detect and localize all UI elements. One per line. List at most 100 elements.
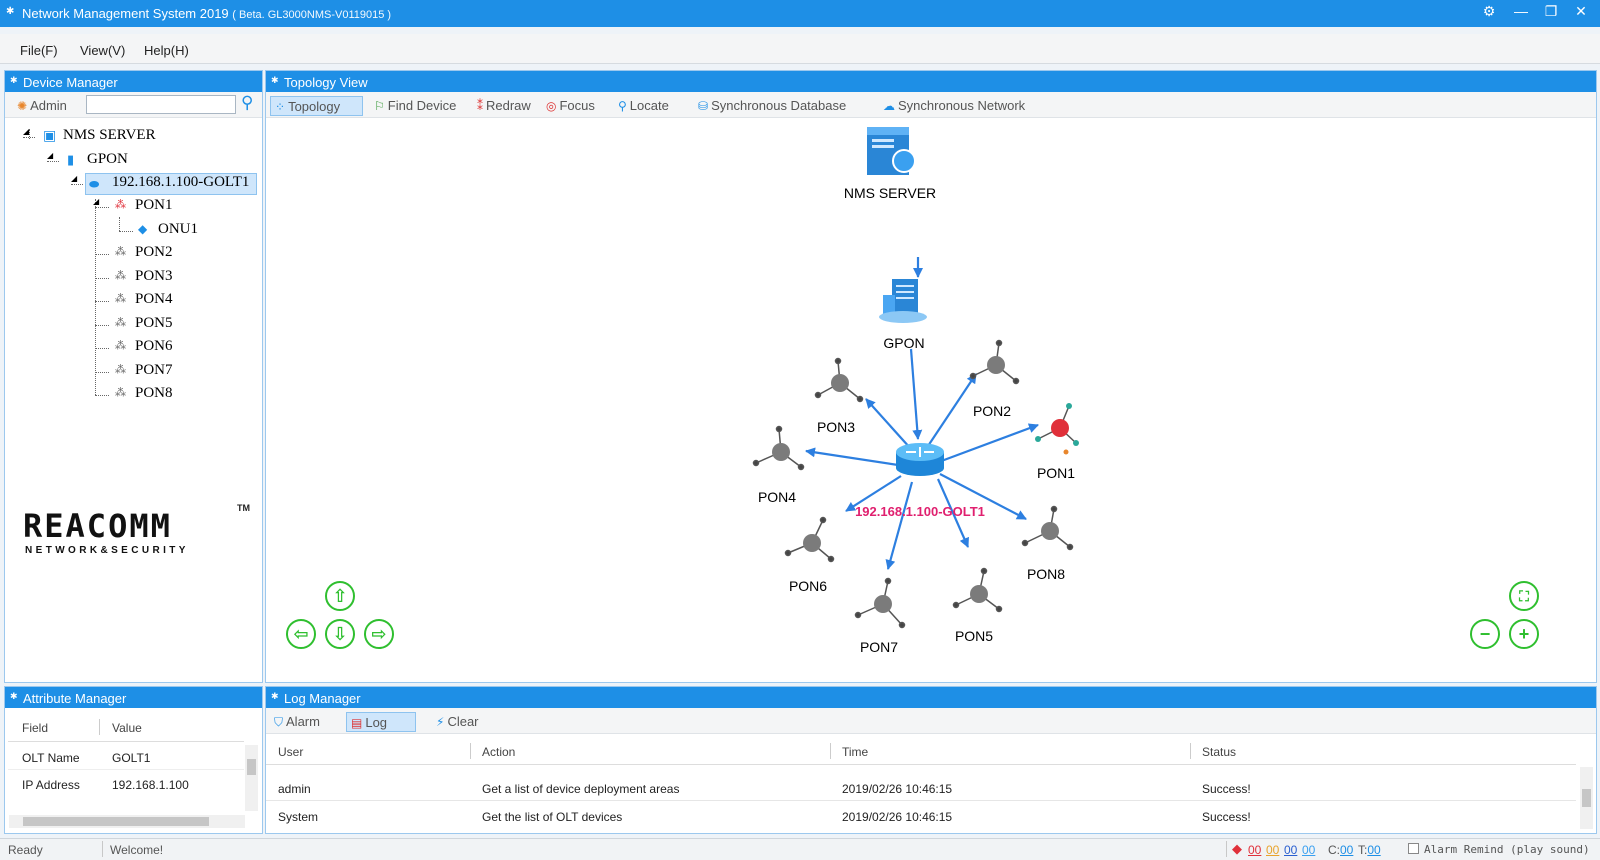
pon4-node[interactable] [752,425,805,471]
alarm-count-major[interactable]: 00 [1266,843,1279,857]
device-manager-toolbar: ✺ Admin ⚲ [5,92,262,118]
attribute-hscrollbar[interactable] [9,815,245,828]
topology-toolbar: ⁘ Topology ⚐ Find Device ⁑ Redraw ◎ Focus ⚲ L… [266,92,1596,118]
label-pon8: PON8 [1027,566,1065,582]
reacomm-logo: REACOMM TM NETWORK&SECURITY [23,503,250,556]
zoom-out-button[interactable]: − [1470,619,1500,649]
settings-icon[interactable]: ⚙ [1474,0,1504,22]
pon-idle-icon: ⁂ [115,293,126,305]
table-row[interactable]: System Get the list of OLT devices 2019/… [266,801,1576,829]
tree-node-olt[interactable]: 192.168.1.100-GOLT1 [85,173,257,195]
user-icon: ✺ [17,99,28,113]
tree-node-pon4[interactable]: PON4 [135,291,173,308]
sync-network-button[interactable]: ☁ Synchronous Network [879,96,1029,116]
topology-button[interactable]: ⁘ Topology [270,96,363,116]
attribute-vscrollbar[interactable] [245,745,258,811]
tree-node-pon8[interactable]: PON8 [135,385,173,402]
tree-node-pon1[interactable]: PON1 [135,197,173,214]
alarm-tab[interactable]: ⛉ Alarm [270,712,324,732]
fit-view-button[interactable]: ⛶ [1509,581,1539,611]
pon3-node[interactable] [814,357,864,403]
log-table-header: User Action Time Status [266,735,1576,765]
alarm-count-warning[interactable]: 00 [1302,843,1315,857]
pon8-node[interactable] [1021,505,1074,551]
tree-node-pon7[interactable]: PON7 [135,362,173,379]
pon-idle-icon: ⁂ [115,270,126,282]
olt-node[interactable] [896,443,944,476]
log-table: User Action Time Status admin Get a list… [266,735,1596,833]
focus-button[interactable]: ◎ Focus [542,96,599,116]
tree-node-pon3[interactable]: PON3 [135,268,173,285]
log-tab[interactable]: ▤ Log [346,712,416,732]
locate-button[interactable]: ⚲ Locate [614,96,673,116]
pan-left-button[interactable]: ⇦ [286,619,316,649]
topology-canvas[interactable]: NMS SERVER GPON 192.168.1.100-GOLT1 PON1… [266,119,1596,682]
tree-node-nms-server[interactable]: NMS SERVER [63,127,156,144]
alarm-count-critical[interactable]: 00 [1248,843,1261,857]
zoom-in-button[interactable]: + [1509,619,1539,649]
cloud-sync-icon: ☁ [883,99,895,113]
column-value: Value [112,721,142,735]
gpon-node[interactable] [879,279,927,323]
menu-view[interactable]: View(V) [80,43,125,58]
tree-node-pon5[interactable]: PON5 [135,315,173,332]
table-row[interactable]: OLT Name GOLT1 [8,743,244,770]
app-icon: ✱ [6,6,15,17]
search-icon[interactable]: ⚲ [241,93,253,113]
olt-icon: ⬬ [89,177,100,191]
topology-panel: Topology View ⁘Topology ⚐Find Device ⁑Re… [265,70,1597,683]
device-manager-panel: Device Manager ✺Admin ⚲ ◢ ▣ NMS SERVER ◢… [4,70,263,683]
sync-database-button[interactable]: ⛁ Synchronous Database [694,96,850,116]
pan-up-button[interactable]: ⇧ [325,581,355,611]
pan-down-button[interactable]: ⇩ [325,619,355,649]
alarm-remind-checkbox[interactable] [1408,843,1419,854]
window-title: Network Management System 2019 ( Beta. G… [22,6,392,21]
shield-icon: ⛉ [274,715,284,729]
collapse-icon[interactable]: ◢ [71,174,77,183]
link-olt-pon7 [885,481,914,570]
tree-node-pon6[interactable]: PON6 [135,338,173,355]
tree-node-pon2[interactable]: PON2 [135,244,173,261]
status-welcome: Welcome! [110,843,164,857]
collapse-icon[interactable]: ◢ [47,151,53,160]
tree-node-onu1[interactable]: ONU1 [158,221,198,238]
device-search-input[interactable] [86,95,236,114]
restore-button[interactable]: ❐ [1536,0,1566,22]
menu-file[interactable]: File(F) [20,43,58,58]
menu-bar: File(F) View(V) Help(H) [0,34,1600,64]
minimize-button[interactable]: — [1506,0,1536,22]
pon-idle-icon: ⁂ [115,317,126,329]
server-icon: ▣ [43,129,57,144]
log-manager-title: Log Manager [266,687,1596,708]
clear-button[interactable]: ⚡ Clear [432,712,483,732]
tree-node-gpon[interactable]: GPON [87,151,128,168]
table-row[interactable]: IP Address 192.168.1.100 [8,770,244,797]
find-device-button[interactable]: ⚐ Find Device [370,96,460,116]
collapse-icon[interactable]: ◢ [23,127,29,136]
topology-icon: ⁘ [275,100,286,114]
pon5-node[interactable] [952,567,1003,613]
nms-server-node[interactable] [867,127,916,175]
pon6-node[interactable] [784,516,835,563]
pon7-node[interactable] [854,577,906,629]
pon2-node[interactable] [969,339,1020,385]
close-button[interactable]: ✕ [1566,0,1596,22]
log-manager-panel: Log Manager ⛉Alarm ▤Log ⚡Clear User Acti… [265,686,1597,834]
column-field: Field [22,721,49,735]
redraw-button[interactable]: ⁑ Redraw [473,96,535,116]
alarm-count-minor[interactable]: 00 [1284,843,1297,857]
log-icon: ▤ [351,716,363,730]
pon1-node[interactable] [1035,403,1079,455]
redraw-icon: ⁑ [477,99,483,113]
gpon-icon: ▮ [67,152,75,167]
label-pon7: PON7 [860,639,898,655]
menu-help[interactable]: Help(H) [144,43,189,58]
admin-user[interactable]: ✺ Admin [13,96,71,116]
pan-right-button[interactable]: ⇨ [364,619,394,649]
table-row[interactable]: admin Get a list of device deployment ar… [266,773,1576,801]
collapse-icon[interactable]: ◢ [93,197,99,206]
log-toolbar: ⛉ Alarm ▤ Log ⚡ Clear [266,708,1596,734]
link-gpon-olt [909,348,923,440]
label-pon4: PON4 [758,489,796,505]
log-vscrollbar[interactable] [1580,767,1593,829]
